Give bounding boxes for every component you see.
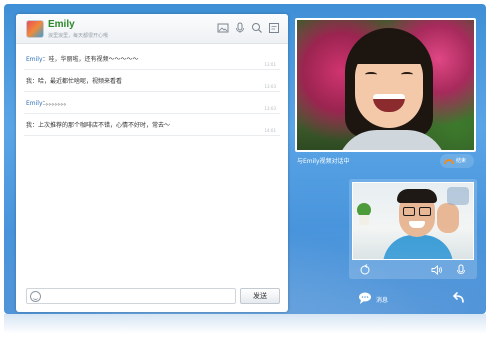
window-reflection — [4, 314, 486, 334]
remote-person-eye — [365, 72, 377, 77]
phone-hangup-icon — [444, 159, 454, 164]
list-item: 我：哈，最近都忙啥呢，视频来看看 13:03 — [24, 70, 280, 92]
chat-bubble-icon — [359, 292, 371, 304]
video-chat-window: Emily 浪里浪里，每天都很开心哦 Emily：哇，华丽啦，还有视频～～～～～… — [4, 4, 486, 314]
image-icon[interactable] — [217, 22, 229, 34]
more-icon[interactable] — [268, 22, 280, 34]
contact-name: Emily — [48, 19, 75, 30]
chat-panel: Emily 浪里浪里，每天都很开心哦 Emily：哇，华丽啦，还有视频～～～～～… — [16, 14, 288, 312]
microphone-icon[interactable] — [234, 22, 246, 34]
message-text: Emily：哇，华丽啦，还有视频～～～～～ — [26, 54, 139, 63]
message-time: 13:03 — [264, 106, 276, 111]
message-body: ：上次推荐的那个咖啡店不错，心情不好时，常去～ — [32, 122, 171, 129]
message-body: ：。。。。。。。 — [42, 100, 70, 107]
plant-pot — [359, 215, 369, 225]
chat-toolbar — [217, 22, 280, 36]
message-body: ：哇，华丽啦，还有视频～～～～～ — [42, 56, 139, 63]
message-input[interactable] — [26, 288, 236, 304]
message-text: 我：哈，最近都忙啥呢，视频来看看 — [26, 76, 122, 85]
messages-label: 消息 — [376, 297, 389, 304]
contact-status: 浪里浪里，每天都很开心哦 — [48, 33, 109, 39]
message-time: 13:01 — [264, 62, 276, 67]
messages-button[interactable]: 消息 — [358, 291, 418, 305]
remote-video — [295, 18, 476, 152]
remote-person-eye — [401, 72, 413, 77]
message-text: 我：上次推荐的那个咖啡店不错，心情不好时，常去～ — [26, 120, 170, 129]
message-time: 13:03 — [264, 84, 276, 89]
end-call-label: 结束 — [456, 158, 467, 164]
emoji-icon[interactable] — [30, 291, 41, 302]
self-person-mouth — [409, 221, 425, 228]
pen-icon[interactable] — [251, 22, 263, 34]
message-list: Emily：哇，华丽啦，还有视频～～～～～ 13:01 我：哈，最近都忙啥呢，视… — [16, 48, 288, 136]
message-sender: Emily — [26, 56, 43, 63]
message-time: 14:01 — [264, 128, 276, 133]
avatar[interactable] — [26, 20, 44, 38]
self-video — [352, 182, 474, 260]
microphone-icon[interactable] — [455, 264, 467, 276]
send-button[interactable]: 发送 — [240, 288, 280, 304]
list-item: Emily：。。。。。。。 13:03 — [24, 92, 280, 114]
list-item: Emily：哇，华丽啦，还有视频～～～～～ 13:01 — [24, 48, 280, 70]
message-text: Emily：。。。。。。。 — [26, 98, 70, 107]
self-video-panel — [349, 179, 477, 279]
speaker-icon[interactable] — [431, 264, 443, 276]
chat-header: Emily 浪里浪里，每天都很开心哦 — [16, 14, 288, 44]
call-status-bar: 与Emily视频对话中 结束 — [295, 154, 476, 168]
back-arrow-icon[interactable] — [451, 290, 467, 306]
call-status-text: 与Emily视频对话中 — [297, 158, 350, 165]
self-person-hand — [437, 203, 459, 233]
message-body: ：哈，最近都忙啥呢，视频来看看 — [32, 78, 123, 85]
switch-camera-icon[interactable] — [359, 264, 371, 276]
message-bar: 消息 — [352, 289, 477, 307]
self-person-glasses — [403, 207, 431, 216]
self-person-shirt — [383, 235, 453, 259]
list-item: 我：上次推荐的那个咖啡店不错，心情不好时，常去～ 14:01 — [24, 114, 280, 136]
self-video-controls — [349, 263, 477, 277]
self-person-hair — [397, 189, 437, 203]
camera-logo-icon — [447, 187, 469, 205]
remote-person-bangs — [352, 34, 426, 64]
message-sender: Emily — [26, 100, 43, 107]
end-call-button[interactable]: 结束 — [440, 154, 474, 168]
